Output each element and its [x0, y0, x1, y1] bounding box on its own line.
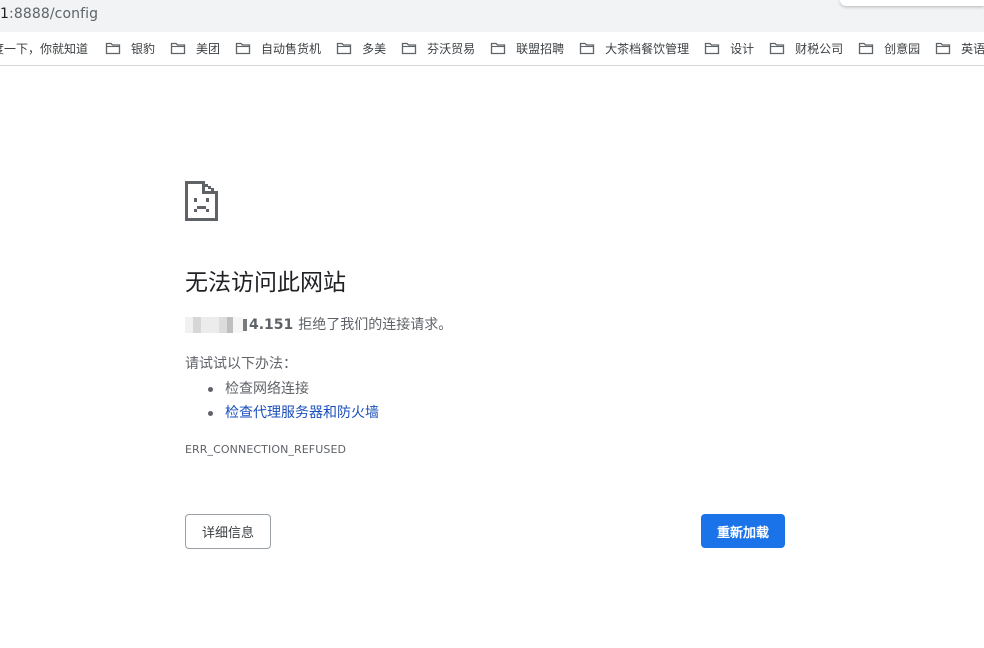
- bookmark-folder[interactable]: 芬沃贸易: [401, 40, 475, 56]
- bookmark-folder[interactable]: 美团: [170, 40, 220, 56]
- host-address: 4.151: [249, 317, 294, 333]
- bookmark-label: 多美: [362, 41, 387, 56]
- bookmark-label: 设计: [730, 41, 755, 56]
- bookmark-folder[interactable]: 财税公司: [769, 40, 843, 56]
- suggestion-link-text[interactable]: 检查代理服务器和防火墙: [225, 405, 379, 421]
- error-code: ERR_CONNECTION_REFUSED: [185, 443, 347, 456]
- folder-icon: [336, 42, 352, 55]
- address-bar[interactable]: 1:8888/config: [0, 0, 984, 32]
- bookmark-folder[interactable]: 多美: [336, 40, 386, 56]
- bookmark-label: 美团: [196, 41, 221, 56]
- bookmark-label: 银豹: [131, 41, 156, 56]
- bookmark-label: 度一下，你就知道: [0, 41, 89, 56]
- url-path: :8888/config: [9, 6, 99, 22]
- sad-document-icon: [185, 181, 218, 221]
- folder-icon: [579, 42, 595, 55]
- bookmark-folder[interactable]: 创意园: [858, 40, 920, 56]
- bookmark-label: 财税公司: [795, 41, 844, 56]
- reload-button[interactable]: 重新加载: [701, 514, 785, 548]
- error-title: 无法访问此网站: [185, 270, 346, 296]
- folder-icon: [859, 42, 874, 55]
- bookmark-folder[interactable]: 英语: [935, 40, 984, 56]
- suggestions-heading: 请试试以下办法：: [185, 356, 297, 372]
- bookmark-label: 大茶档餐饮管理: [605, 41, 690, 56]
- bookmark-folder[interactable]: 自动售货机: [235, 40, 321, 56]
- folder-icon: [936, 42, 951, 55]
- bookmarks-list: 度一下，你就知道 银豹 美团 自动售货机 多美 芬沃贸易 联盟招聘 大茶档餐饮管…: [0, 40, 984, 56]
- bookmark-label: 芬沃贸易: [427, 41, 476, 56]
- url-text[interactable]: 1:8888/config: [0, 6, 98, 22]
- folder-icon: [704, 42, 720, 55]
- bookmarks-bar: 度一下，你就知道 银豹 美团 自动售货机 多美 芬沃贸易 联盟招聘 大茶档餐饮管…: [0, 32, 984, 66]
- suggestion-check-network: 检查网络连接: [185, 377, 379, 401]
- bookmark-label: 联盟招聘: [516, 41, 565, 56]
- url-host: 1: [0, 6, 10, 22]
- folder-icon: [401, 42, 417, 55]
- suggestions-list: 检查网络连接 检查代理服务器和防火墙: [185, 377, 379, 425]
- error-message: 4.151 拒绝了我们的连接请求。: [185, 314, 452, 336]
- bookmark-label: 英语: [961, 41, 984, 56]
- folder-icon: [105, 42, 121, 55]
- suggestion-text: 检查网络连接: [225, 381, 309, 397]
- folder-icon: [170, 42, 186, 55]
- bookmark-folder[interactable]: 联盟招聘: [490, 40, 564, 56]
- folder-icon: [235, 42, 251, 55]
- bookmark-folder[interactable]: 大茶档餐饮管理: [579, 40, 689, 56]
- bookmark-item[interactable]: 度一下，你就知道: [0, 40, 88, 56]
- suggestion-check-proxy-link[interactable]: 检查代理服务器和防火墙: [185, 401, 379, 425]
- folder-icon: [769, 42, 785, 55]
- omnibox-popup-edge: [840, 0, 984, 6]
- bookmark-label: 创意园: [884, 41, 921, 56]
- bookmark-label: 自动售货机: [261, 41, 322, 56]
- folder-icon: [490, 42, 506, 55]
- bookmark-folder[interactable]: 设计: [704, 40, 754, 56]
- obscured-host: [185, 317, 247, 333]
- details-button[interactable]: 详细信息: [185, 514, 271, 549]
- bookmark-folder[interactable]: 银豹: [105, 40, 155, 56]
- message-suffix: 拒绝了我们的连接请求。: [298, 317, 453, 333]
